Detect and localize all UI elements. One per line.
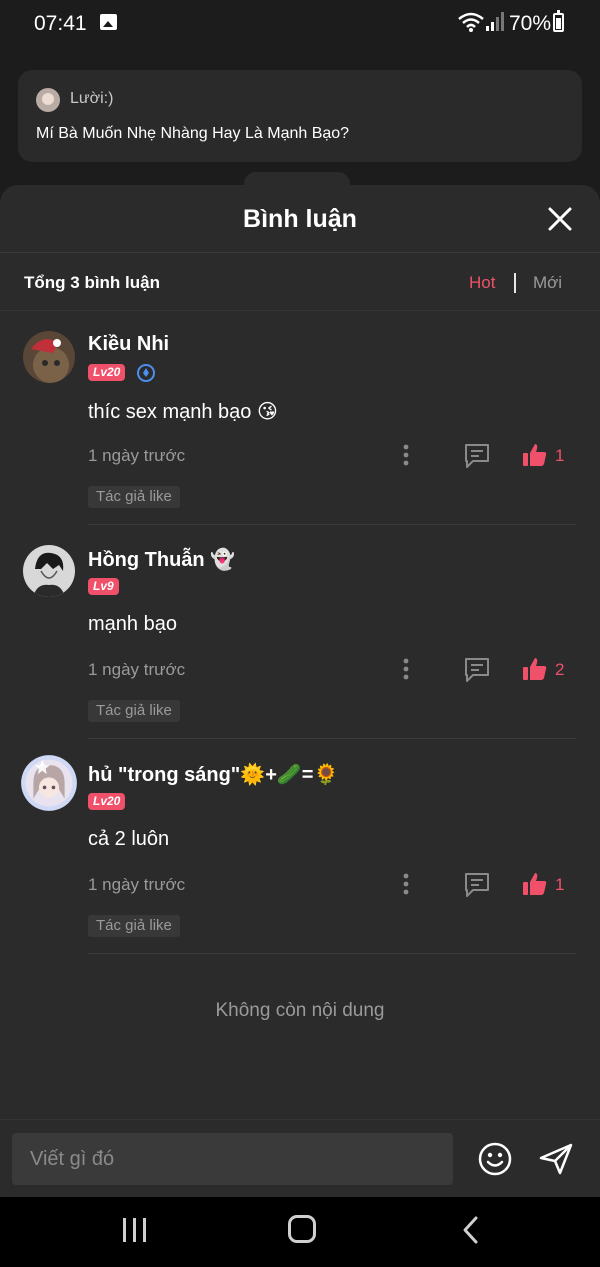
screen: 07:41 70% Lười:) Mí Bà Muốn Nhẹ Nhàng Ha… [0,0,600,1267]
sort-new-tab[interactable]: Mới [533,273,562,293]
wifi-icon [458,12,484,32]
like-icon[interactable] [522,442,548,468]
more-icon[interactable] [396,443,416,467]
like-count: 2 [555,660,565,679]
reply-icon[interactable] [463,442,491,470]
sheet-title: Bình luận [243,205,357,233]
gallery-notification-icon [100,14,117,30]
recent-apps-icon[interactable] [121,1217,149,1243]
comment-input[interactable] [12,1133,453,1185]
like-icon[interactable] [522,871,548,897]
comment-author[interactable]: Hồng Thuẫn 👻 [88,547,235,572]
avatar[interactable] [20,754,78,812]
level-badge: Lv20 [88,793,126,810]
reply-icon[interactable] [463,656,491,684]
comment-author[interactable]: Kiều Nhi [88,333,169,356]
comment-summary: Tổng 3 bình luận Hot Mới [0,253,600,311]
sort-divider [514,273,516,293]
author-like-tag: Tác giả like [88,486,180,508]
end-of-list-text: Không còn nội dung [215,1000,385,1021]
sheet-header: Bình luận [0,185,600,253]
comment-time: 1 ngày trước [88,875,186,894]
diamond-badge-icon [137,364,155,382]
emoji-icon[interactable] [478,1142,512,1176]
battery-percent: 70% [509,12,552,35]
comment-item: hủ "trong sáng"🌞+🥒=🌻 Lv20 cả 2 luôn 1 ng… [0,740,600,955]
divider [88,738,576,739]
more-icon[interactable] [396,872,416,896]
status-time: 07:41 [34,12,87,35]
comment-item: Hồng Thuẫn 👻 Lv9 mạnh bạo 1 ngày trước 2… [0,525,600,740]
like-icon[interactable] [522,656,548,682]
status-bar: 07:41 70% [0,0,600,46]
close-icon[interactable] [546,205,574,233]
author-like-tag: Tác giả like [88,700,180,722]
avatar[interactable] [23,545,75,597]
level-badge: Lv20 [88,364,126,381]
avatar [36,88,60,112]
comment-item: Kiều Nhi Lv20 thíc sex mạnh bạo 😘 1 ngày… [0,311,600,526]
comment-time: 1 ngày trước [88,446,186,465]
background-post-card: Lười:) Mí Bà Muốn Nhẹ Nhàng Hay Là Mạnh … [18,70,582,162]
comment-text: thíc sex mạnh bạo 😘 [88,401,278,423]
comments-sheet: Bình luận Tổng 3 bình luận Hot Mới Kiều … [0,185,600,1197]
comment-time: 1 ngày trước [88,660,186,679]
comment-total: Tổng 3 bình luận [24,273,160,292]
comment-text: cả 2 luôn [88,828,170,850]
home-icon[interactable] [288,1215,316,1243]
author-like-tag: Tác giả like [88,915,180,937]
avatar[interactable] [23,331,75,383]
send-icon[interactable] [538,1142,574,1176]
system-nav-bar [0,1197,600,1267]
like-count: 1 [555,446,565,465]
level-badge: Lv9 [88,578,119,595]
divider [88,953,576,954]
comment-text: mạnh bạo [88,613,177,635]
sort-hot-tab[interactable]: Hot [469,273,495,293]
comment-input-bar [0,1119,600,1197]
more-icon[interactable] [396,657,416,681]
reply-icon[interactable] [463,871,491,899]
like-count: 1 [555,875,565,894]
post-author: Lười:) [70,90,114,107]
signal-icon [486,12,504,31]
comment-author[interactable]: hủ "trong sáng"🌞+🥒=🌻 [88,762,338,787]
back-icon[interactable] [460,1215,480,1245]
post-text: Mí Bà Muốn Nhẹ Nhàng Hay Là Mạnh Bạo? [36,125,350,142]
battery-icon [553,10,564,32]
